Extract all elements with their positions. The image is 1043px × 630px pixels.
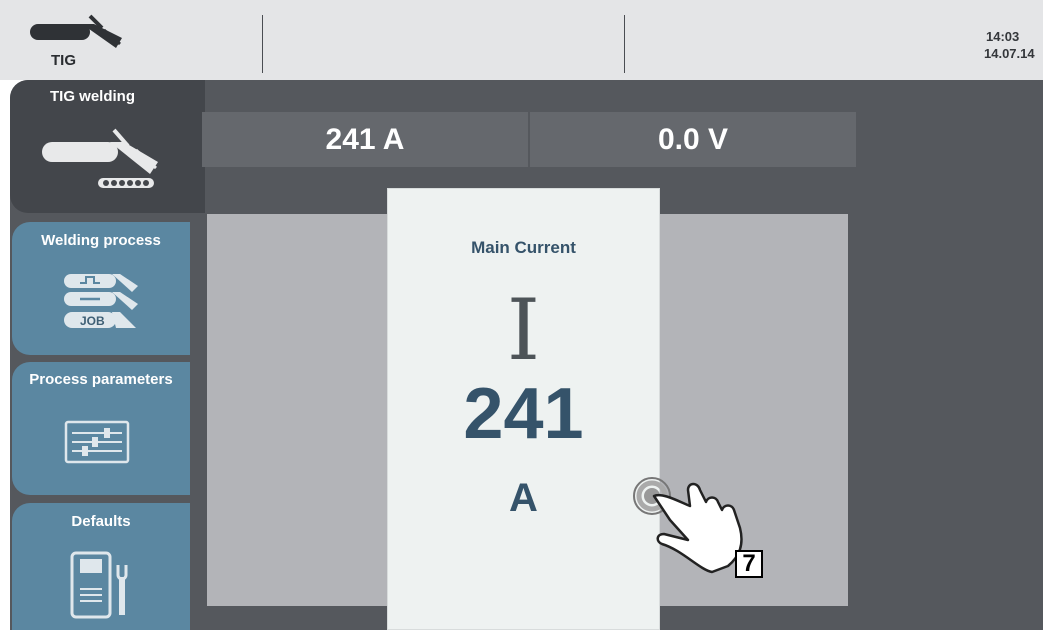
parameter-unit: A — [509, 476, 538, 520]
tig-torch-electrode-icon — [42, 128, 158, 188]
process-parameters-button[interactable]: Process parameters — [12, 362, 190, 495]
step-number: 7 — [735, 550, 763, 578]
process-parameters-label: Process parameters — [29, 371, 173, 388]
status-bar — [0, 0, 1043, 80]
parameter-symbol: I — [506, 281, 541, 379]
current-readout: 241 A — [202, 112, 528, 167]
welding-process-label: Welding process — [41, 232, 161, 249]
status-divider — [262, 15, 263, 73]
process-card-title: TIG welding — [50, 88, 135, 105]
voltage-readout: 0.0 V — [530, 112, 856, 167]
defaults-button[interactable]: Defaults — [12, 503, 190, 630]
parameter-value[interactable]: 241 — [387, 378, 660, 450]
clock-time: 14:03 — [986, 29, 1020, 44]
process-parameters-icon — [64, 420, 130, 464]
welding-process-icon — [64, 274, 138, 328]
welding-process-button[interactable]: Welding process JOB — [12, 222, 190, 355]
defaults-label: Defaults — [71, 513, 131, 530]
clock-date: 14.07.14 — [984, 46, 1035, 61]
mode-label: TIG — [51, 52, 76, 69]
tig-torch-icon — [30, 14, 122, 48]
status-divider — [624, 15, 625, 73]
job-label: JOB — [80, 314, 105, 328]
defaults-icon — [70, 551, 128, 619]
dialog-title: Main Current — [471, 238, 576, 257]
